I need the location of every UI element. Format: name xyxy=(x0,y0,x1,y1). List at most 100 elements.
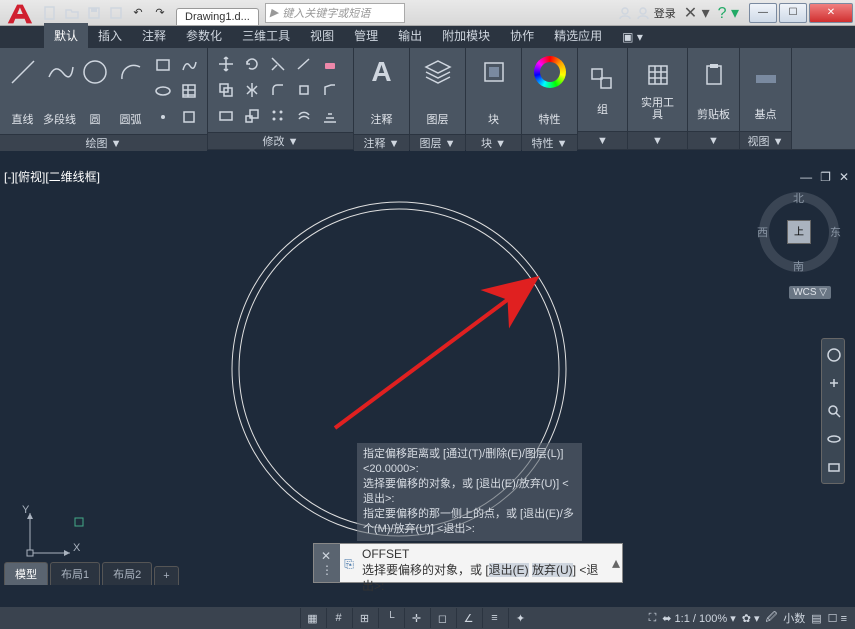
scale-readout[interactable]: ⬌ 1:1 / 100% ▾ xyxy=(662,612,735,625)
open-icon[interactable] xyxy=(64,5,80,21)
extend-icon[interactable] xyxy=(292,52,316,76)
panel-title-draw[interactable]: 绘图 ▼ xyxy=(0,134,207,151)
hatch-icon[interactable] xyxy=(177,79,201,103)
add-layout-button[interactable]: + xyxy=(154,566,178,585)
utility-button[interactable]: 实用工具 xyxy=(639,55,677,125)
array-icon[interactable] xyxy=(266,104,290,128)
layers-button[interactable]: 图层 xyxy=(419,52,457,130)
erase-icon[interactable] xyxy=(318,52,342,76)
tab-insert[interactable]: 插入 xyxy=(88,23,132,48)
tab-default[interactable]: 默认 xyxy=(44,23,88,48)
snap-toggle[interactable]: ⊞ xyxy=(352,608,376,628)
panel-title-blocks[interactable]: 块 ▼ xyxy=(466,134,521,151)
align-icon[interactable] xyxy=(318,104,342,128)
scale-icon[interactable] xyxy=(240,104,264,128)
panel-title-props[interactable]: 特性 ▼ xyxy=(522,134,577,151)
login-button[interactable]: 登录 xyxy=(618,5,676,21)
anno-icon[interactable]: 🖉 xyxy=(766,609,778,628)
tab-manage[interactable]: 管理 xyxy=(344,23,388,48)
maximize-button[interactable]: ☐ xyxy=(779,3,807,23)
block-button[interactable]: 块 xyxy=(475,52,513,130)
panel-title-view[interactable]: 视图 ▼ xyxy=(740,131,791,149)
mirror-icon[interactable] xyxy=(240,78,264,102)
viewport[interactable]: [-][俯视][二维线框] — ❐ ✕ 上 北 南 西 东 WCS ▽ xyxy=(0,168,855,607)
gear-icon[interactable]: ✿ ▾ xyxy=(742,612,760,625)
spline-icon[interactable] xyxy=(177,53,201,77)
tab-featured[interactable]: 精选应用 xyxy=(544,23,612,48)
move-icon[interactable] xyxy=(214,52,238,76)
stretch-icon[interactable] xyxy=(214,104,238,128)
minimize-button[interactable]: — xyxy=(749,3,777,23)
help-icon[interactable]: ? ▾ xyxy=(718,3,739,23)
polyline-button[interactable]: 多段线 xyxy=(43,52,76,130)
rect-icon[interactable] xyxy=(151,53,175,77)
line-button[interactable]: 直线 xyxy=(6,52,39,130)
explode-icon[interactable] xyxy=(292,78,316,102)
redo-icon[interactable]: ↷ xyxy=(152,5,168,21)
iso-icon[interactable]: ⛶ xyxy=(649,612,657,625)
polar-toggle[interactable]: ✛ xyxy=(404,608,428,628)
lwt-toggle[interactable]: ≡ xyxy=(482,608,506,628)
fillet-icon[interactable] xyxy=(266,78,290,102)
base-button[interactable]: 基点 xyxy=(747,55,785,125)
command-line[interactable]: ✕⋮ ⎘ OFFSET 选择要偏移的对象，或 [退出(E) 放弃(U)] <退出… xyxy=(313,543,623,583)
tab-more[interactable]: ▣ ▾ xyxy=(612,26,653,48)
model-tab[interactable]: 模型 xyxy=(4,562,48,585)
ortho-toggle[interactable]: └ xyxy=(378,608,402,628)
customize-icon[interactable]: ▤ xyxy=(811,612,821,625)
annotate-button[interactable]: A 注释 xyxy=(363,52,401,130)
close-button[interactable]: ✕ xyxy=(809,3,853,23)
panel-title-modify[interactable]: 修改 ▼ xyxy=(208,132,353,149)
arc-button[interactable]: 圆弧 xyxy=(114,52,147,130)
zoom-icon[interactable] xyxy=(824,401,844,421)
showmotion-icon[interactable] xyxy=(824,457,844,477)
orbit-icon[interactable] xyxy=(824,429,844,449)
unit-style[interactable]: 小数 xyxy=(783,610,805,626)
cmd-handle-icon[interactable]: ✕⋮ xyxy=(314,544,340,582)
otrack-toggle[interactable]: ∠ xyxy=(456,608,480,628)
wcs-badge[interactable]: WCS ▽ xyxy=(789,286,831,299)
trim-icon[interactable] xyxy=(266,52,290,76)
exchange-icon[interactable]: ✕ ▾ xyxy=(684,3,710,23)
tab-parametric[interactable]: 参数化 xyxy=(176,23,232,48)
save-icon[interactable] xyxy=(86,5,102,21)
new-icon[interactable] xyxy=(42,5,58,21)
ribbon-tabs: 默认 插入 注释 参数化 三维工具 视图 管理 输出 附加模块 协作 精选应用 … xyxy=(0,26,855,48)
offset-icon[interactable] xyxy=(292,104,316,128)
tab-annotate[interactable]: 注释 xyxy=(132,23,176,48)
clipboard-button[interactable]: 剪贴板 xyxy=(695,55,733,125)
pan-icon[interactable] xyxy=(824,373,844,393)
fullnav-icon[interactable] xyxy=(824,345,844,365)
panel-title-annotate[interactable]: 注释 ▼ xyxy=(354,134,409,151)
copy-icon[interactable] xyxy=(214,78,238,102)
view-cube[interactable]: 上 北 南 西 东 xyxy=(759,192,839,272)
saveas-icon[interactable] xyxy=(108,5,124,21)
tab-3dtools[interactable]: 三维工具 xyxy=(232,23,300,48)
properties-button[interactable]: 特性 xyxy=(531,52,569,130)
model-paper-toggle[interactable]: ▦ xyxy=(300,608,324,628)
undo-icon[interactable]: ↶ xyxy=(130,5,146,21)
ellipse-icon[interactable] xyxy=(151,79,175,103)
dyn-toggle[interactable]: ✦ xyxy=(508,608,532,628)
point-icon[interactable] xyxy=(151,105,175,129)
chamfer-icon[interactable] xyxy=(318,78,342,102)
tab-collab[interactable]: 协作 xyxy=(500,23,544,48)
panel-title-layers[interactable]: 图层 ▼ xyxy=(410,134,465,151)
cube-top-face[interactable]: 上 xyxy=(787,220,811,244)
tab-output[interactable]: 输出 xyxy=(388,23,432,48)
layout2-tab[interactable]: 布局2 xyxy=(102,562,152,585)
osnap-toggle[interactable]: ◻ xyxy=(430,608,454,628)
region-icon[interactable] xyxy=(177,105,201,129)
cmd-expand-icon[interactable]: ▴ xyxy=(610,544,622,582)
rotate-icon[interactable] xyxy=(240,52,264,76)
circle-button[interactable]: 圆 xyxy=(80,52,110,130)
layout1-tab[interactable]: 布局1 xyxy=(50,562,100,585)
tab-addon[interactable]: 附加模块 xyxy=(432,23,500,48)
tab-view[interactable]: 视图 xyxy=(300,23,344,48)
app-icon[interactable] xyxy=(4,0,34,29)
drawing-canvas[interactable] xyxy=(0,168,855,608)
grid-toggle[interactable]: # xyxy=(326,608,350,628)
group-button[interactable]: 组 xyxy=(584,60,621,120)
search-input[interactable]: ▶键入关键字或短语 xyxy=(265,3,405,23)
clean-screen-icon[interactable]: ☐ ≡ xyxy=(828,612,847,625)
